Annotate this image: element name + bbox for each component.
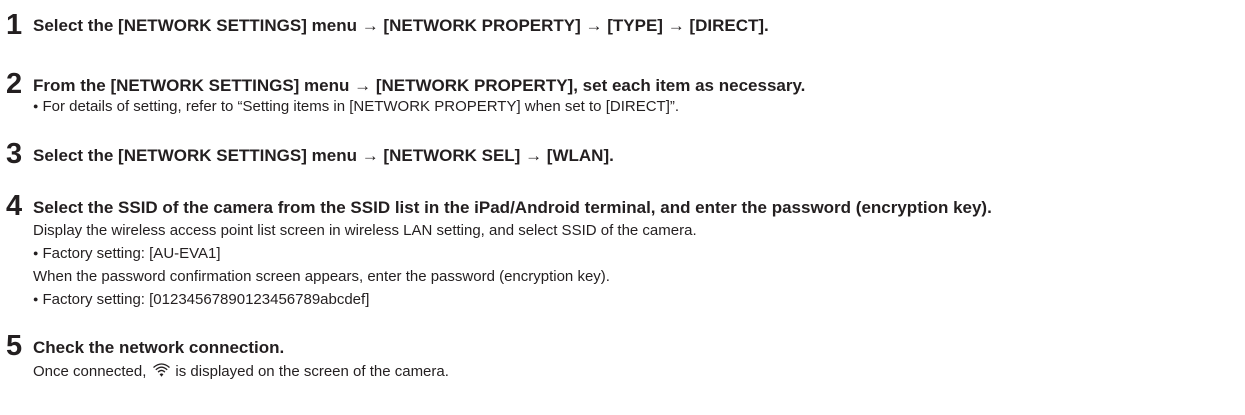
step-title: From the [NETWORK SETTINGS] menu → [NETW…	[33, 76, 806, 95]
step-5-text-before: Once connected,	[33, 363, 147, 380]
step-number: 2	[6, 68, 23, 100]
step-2-bullet: For details of setting, refer to “Settin…	[33, 98, 679, 117]
step-number: 5	[6, 330, 23, 362]
step-title: Check the network connection.	[33, 338, 285, 357]
wifi-icon	[153, 363, 171, 377]
step-4-bullet-1: Factory setting: [AU-EVA1]	[33, 245, 220, 264]
step-number: 3	[6, 138, 23, 170]
step-title: Select the [NETWORK SETTINGS] menu → [NE…	[33, 146, 614, 165]
step-number: 1	[6, 9, 23, 41]
step-4-bullet-2: Factory setting: [01234567890123456789ab…	[33, 291, 369, 310]
step-5-text-after: is displayed on the screen of the camera…	[175, 363, 449, 380]
step-title: Select the SSID of the camera from the S…	[33, 198, 992, 217]
step-5-text: Once connected, is displayed on the scre…	[33, 362, 449, 381]
step-number: 4	[6, 190, 23, 222]
step-4-text-2: When the password confirmation screen ap…	[33, 268, 610, 285]
step-4-text-1: Display the wireless access point list s…	[33, 222, 697, 239]
step-title: Select the [NETWORK SETTINGS] menu → [NE…	[33, 16, 769, 35]
